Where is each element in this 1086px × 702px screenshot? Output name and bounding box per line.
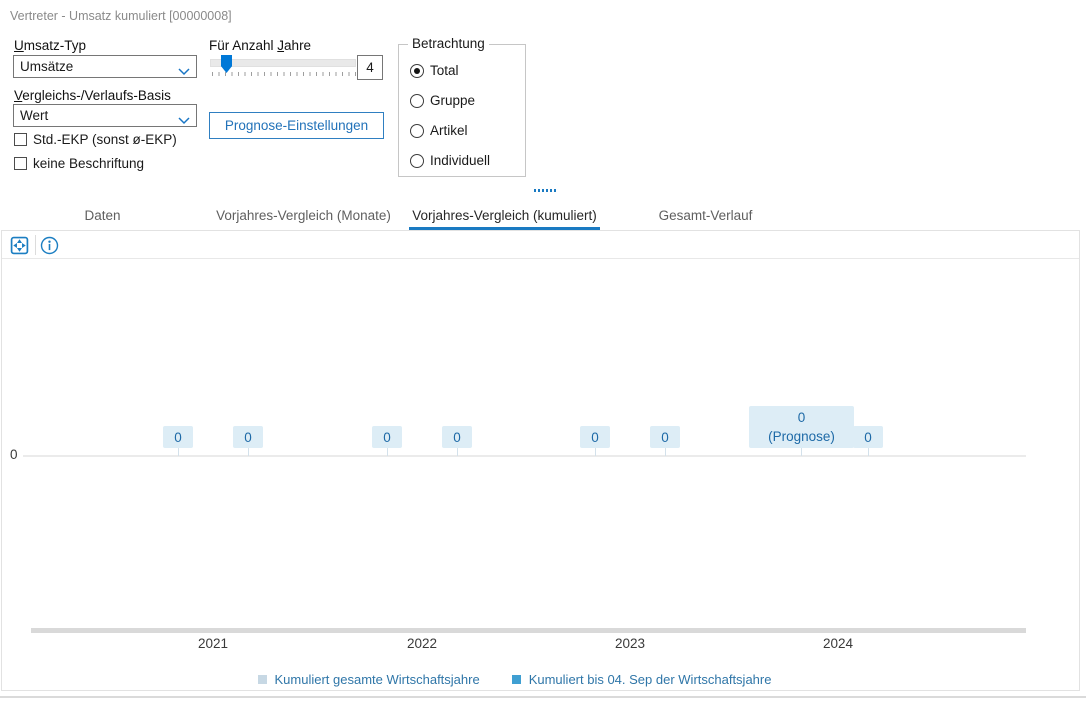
chart-legend: Kumuliert gesamte Wirtschaftsjahre Kumul… <box>2 672 1027 687</box>
slider-ticks <box>212 72 356 76</box>
radio-individuell-label: Individuell <box>430 153 490 168</box>
checkbox-icon <box>14 133 27 146</box>
y-axis-tick: 0 <box>10 447 18 462</box>
data-label-prognose: 0(Prognose) <box>749 406 854 448</box>
app-window: Vertreter - Umsatz kumuliert [00000008] … <box>0 0 1086 702</box>
legend-label: Kumuliert bis 04. Sep der Wirtschaftsjah… <box>529 672 772 687</box>
toolbar-divider <box>35 235 36 255</box>
betrachtung-label: Betrachtung <box>408 36 489 51</box>
checkbox-icon <box>14 157 27 170</box>
chevron-down-icon <box>178 113 190 128</box>
legend-swatch <box>258 675 267 684</box>
radio-icon <box>410 64 424 78</box>
keine-beschriftung-checkbox[interactable]: keine Beschriftung <box>14 156 144 171</box>
x-axis-year-label: 2024 <box>798 636 878 651</box>
radio-artikel-label: Artikel <box>430 123 468 138</box>
info-icon[interactable] <box>40 236 59 255</box>
data-label: 0 <box>163 426 193 448</box>
jahre-label: Für Anzahl Jahre <box>209 38 311 53</box>
splitter-handle[interactable] <box>534 189 557 192</box>
tab-bar: Daten Vorjahres-Vergleich (Monate) Vorja… <box>0 205 1086 230</box>
label-stem <box>665 448 666 456</box>
radio-total-label: Total <box>430 63 459 78</box>
chart-baseline <box>23 455 1026 457</box>
data-label: 0 <box>442 426 472 448</box>
std-ekp-checkbox[interactable]: Std.-EKP (sonst ø-EKP) <box>14 132 177 147</box>
chevron-down-icon <box>178 64 190 79</box>
label-stem <box>178 448 179 456</box>
legend-item: Kumuliert gesamte Wirtschaftsjahre <box>258 672 480 687</box>
basis-label: Vergleichs-/Verlaufs-Basis <box>14 88 171 103</box>
radio-icon <box>410 154 424 168</box>
x-axis-year-label: 2023 <box>590 636 670 651</box>
label-stem <box>457 448 458 456</box>
x-axis-year-label: 2022 <box>382 636 462 651</box>
legend-label: Kumuliert gesamte Wirtschaftsjahre <box>275 672 480 687</box>
radio-total[interactable]: Total <box>410 63 459 78</box>
window-bottom-edge <box>0 696 1086 698</box>
label-stem <box>387 448 388 456</box>
data-label: 0 <box>650 426 680 448</box>
data-label: 0 <box>372 426 402 448</box>
basis-value: Wert <box>20 108 48 123</box>
umsatz-typ-label: Umsatz-Typ <box>14 38 86 53</box>
label-stem <box>801 448 802 456</box>
legend-item: Kumuliert bis 04. Sep der Wirtschaftsjah… <box>512 672 772 687</box>
tab-vorjahres-vergleich-kumuliert[interactable]: Vorjahres-Vergleich (kumuliert) <box>404 205 605 230</box>
x-axis-year-label: 2021 <box>173 636 253 651</box>
keine-beschriftung-label: keine Beschriftung <box>33 156 144 171</box>
radio-gruppe[interactable]: Gruppe <box>410 93 475 108</box>
label-stem <box>595 448 596 456</box>
umsatz-typ-value: Umsätze <box>20 59 73 74</box>
radio-gruppe-label: Gruppe <box>430 93 475 108</box>
window-title: Vertreter - Umsatz kumuliert [00000008] <box>10 9 232 23</box>
tab-daten[interactable]: Daten <box>2 205 203 230</box>
legend-swatch <box>512 675 521 684</box>
data-label: 0 <box>580 426 610 448</box>
chart-toolbar <box>2 231 1079 259</box>
basis-select[interactable]: Wert <box>13 104 197 127</box>
prognose-einstellungen-button[interactable]: Prognose-Einstellungen <box>209 112 384 139</box>
label-stem <box>868 448 869 456</box>
fit-page-icon[interactable] <box>10 236 29 255</box>
data-label: 0 <box>853 426 883 448</box>
data-label: 0 <box>233 426 263 448</box>
radio-icon <box>410 94 424 108</box>
betrachtung-group: Betrachtung Total Gruppe Artikel Individ… <box>398 44 526 177</box>
slider-thumb[interactable] <box>221 55 232 73</box>
label-stem <box>248 448 249 456</box>
jahre-value-input[interactable]: 4 <box>357 55 383 80</box>
radio-artikel[interactable]: Artikel <box>410 123 468 138</box>
x-axis-line <box>31 628 1026 633</box>
umsatz-typ-select[interactable]: Umsätze <box>13 55 197 78</box>
std-ekp-label: Std.-EKP (sonst ø-EKP) <box>33 132 177 147</box>
chart-panel: 0 Kumuliert gesamte Wirtschaftsjahre Kum… <box>1 230 1080 691</box>
tab-gesamt-verlauf[interactable]: Gesamt-Verlauf <box>605 205 806 230</box>
radio-icon <box>410 124 424 138</box>
radio-individuell[interactable]: Individuell <box>410 153 490 168</box>
tab-vorjahres-vergleich-monate[interactable]: Vorjahres-Vergleich (Monate) <box>203 205 404 230</box>
